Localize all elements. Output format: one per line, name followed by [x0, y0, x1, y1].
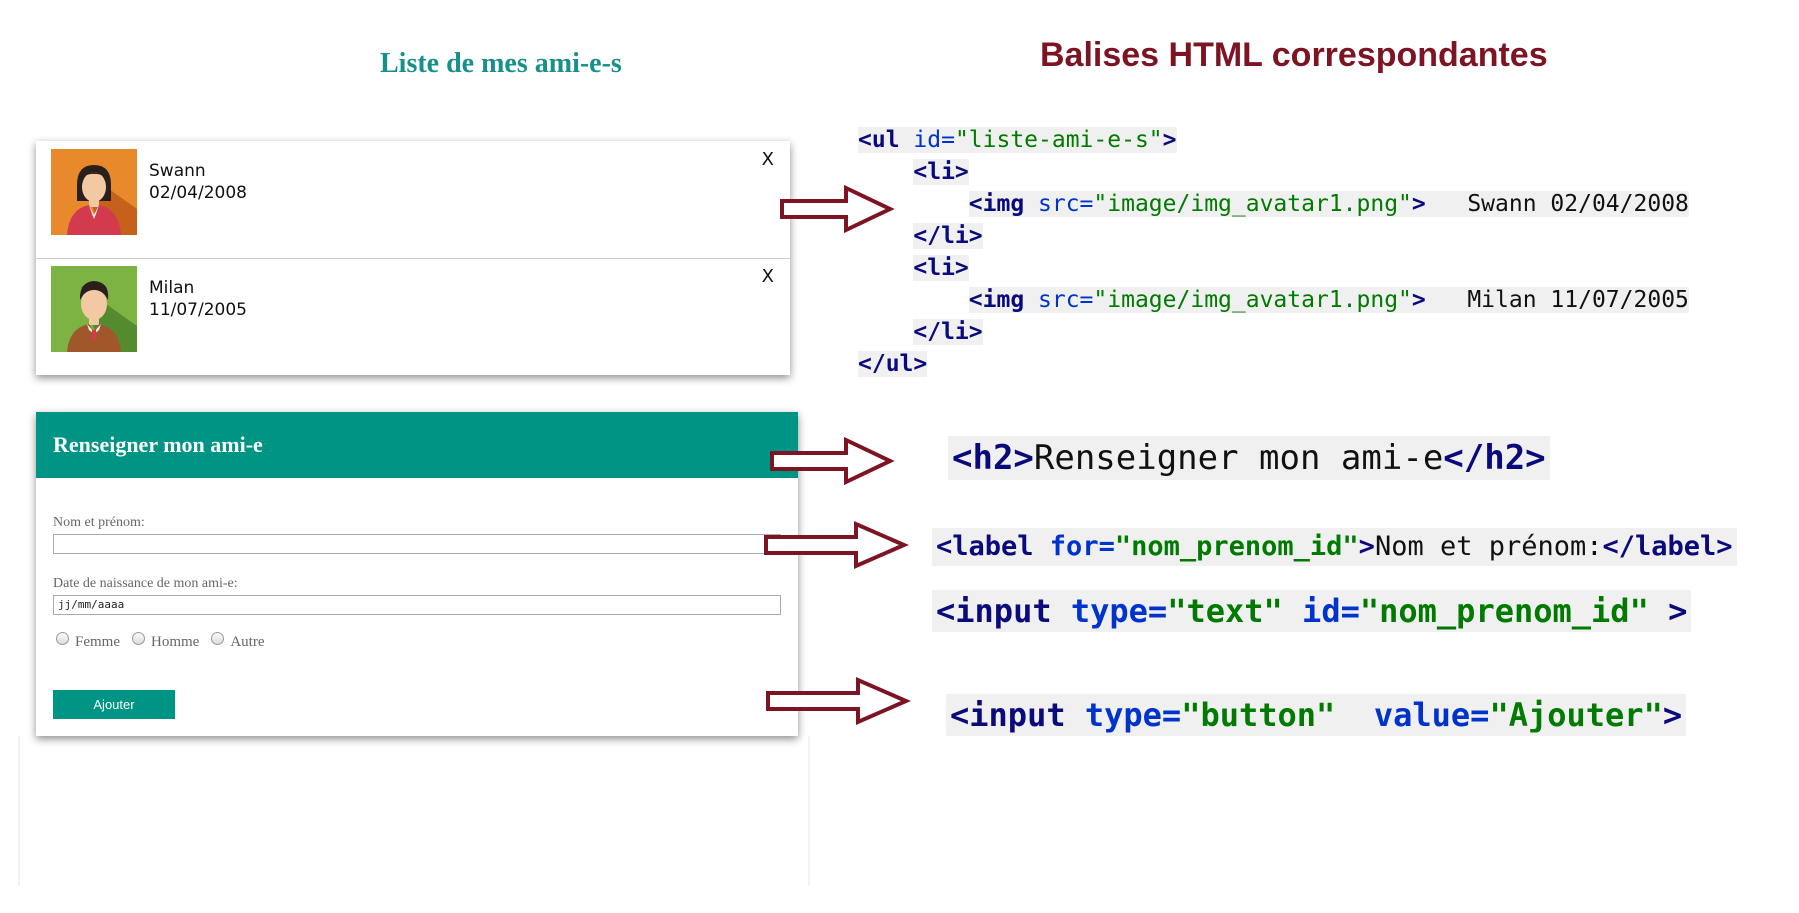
code-attr: id=: [1282, 592, 1360, 630]
remove-friend-button[interactable]: X: [762, 149, 774, 170]
code-attr: id=: [899, 127, 955, 153]
gender-radio-group: Femme Homme Autre: [56, 632, 276, 651]
code-string: "nom_prenom_id": [1114, 531, 1359, 562]
friend-name: Swann: [149, 161, 206, 181]
arrow-icon: [766, 676, 911, 726]
code-string: "text": [1167, 592, 1283, 630]
code-text: Nom et prénom:: [1374, 531, 1603, 562]
friend-birthdate: 11/07/2005: [149, 300, 247, 320]
code-tag: >: [1358, 531, 1375, 562]
radio-homme[interactable]: [132, 632, 145, 645]
code-tag: <img: [968, 287, 1025, 313]
radio-label-homme: Homme: [151, 634, 200, 650]
ul-code-block: <ul id="liste-ami-e-s"> <li> <img src="i…: [858, 124, 1689, 380]
html-tags-title: Balises HTML correspondantes: [1040, 36, 1548, 74]
radio-femme[interactable]: [56, 632, 69, 645]
friends-list-title: Liste de mes ami-e-s: [380, 48, 622, 79]
code-attr: src=: [1024, 191, 1094, 217]
code-tag: >: [1662, 696, 1683, 734]
code-tag: <img: [968, 191, 1025, 217]
name-field-label: Nom et prénom:: [53, 515, 145, 530]
code-tag: </li>: [913, 223, 983, 249]
list-item: Milan 11/07/2005 X: [36, 258, 790, 375]
code-tag: <input: [950, 696, 1066, 734]
code-tag: </h2>: [1443, 438, 1546, 478]
code-tag: </ul>: [858, 351, 928, 377]
code-text: Swann 02/04/2008: [1467, 191, 1689, 217]
code-tag: <li>: [913, 159, 969, 185]
code-string: "nom_prenom_id": [1359, 592, 1649, 630]
code-tag: <li>: [913, 255, 969, 281]
form-header: Renseigner mon ami-e: [36, 412, 798, 478]
input-button-code: <input type="button" value="Ajouter">: [946, 694, 1687, 736]
female-avatar-icon: [51, 149, 137, 235]
code-attr: src=: [1024, 287, 1094, 313]
friend-name: Milan: [149, 278, 195, 298]
code-attr: type=: [1065, 696, 1182, 734]
code-tag: >: [1648, 592, 1688, 630]
code-tag: >: [1411, 191, 1426, 217]
code-string: "button": [1181, 696, 1336, 734]
radio-label-femme: Femme: [75, 634, 120, 650]
code-string: "image/img_avatar1.png": [1093, 191, 1412, 217]
code-text: Milan 11/07/2005: [1467, 287, 1689, 313]
code-tag: >: [1162, 127, 1177, 153]
code-tag: >: [1411, 287, 1426, 313]
h2-code: <h2>Renseigner mon ami-e</h2>: [948, 436, 1550, 480]
background-panel-edge: [808, 736, 810, 886]
code-tag: </label>: [1602, 531, 1733, 562]
input-text-code: <input type="text" id="nom_prenom_id" >: [932, 590, 1692, 632]
radio-label-autre: Autre: [230, 634, 265, 650]
birthdate-input[interactable]: jj/mm/aaaa: [53, 595, 781, 615]
name-input[interactable]: [53, 534, 781, 554]
code-string: "image/img_avatar1.png": [1093, 287, 1412, 313]
form-heading: Renseigner mon ami-e: [53, 432, 263, 457]
add-friend-form: Renseigner mon ami-e Nom et prénom: Date…: [36, 412, 798, 736]
arrow-icon: [770, 436, 895, 486]
list-item: Swann 02/04/2008 X: [36, 141, 790, 259]
code-attr: value=: [1335, 696, 1490, 734]
code-string: "liste-ami-e-s": [954, 127, 1163, 153]
remove-friend-button[interactable]: X: [762, 266, 774, 287]
add-friend-button[interactable]: Ajouter: [53, 690, 175, 719]
radio-autre[interactable]: [211, 632, 225, 645]
code-text: Renseigner mon ami-e: [1033, 438, 1444, 478]
friend-birthdate: 02/04/2008: [149, 183, 247, 203]
background-panel-edge: [18, 736, 20, 886]
friends-list-card: Swann 02/04/2008 X Milan 11/07/2005 X: [36, 141, 790, 375]
label-code: <label for="nom_prenom_id">Nom et prénom…: [932, 528, 1737, 566]
code-tag: </li>: [913, 319, 983, 345]
code-tag: <input: [936, 592, 1052, 630]
code-tag: <ul: [858, 127, 900, 153]
code-tag: <h2>: [952, 438, 1034, 478]
code-string: "Ajouter": [1489, 696, 1663, 734]
code-tag: <label: [936, 531, 1034, 562]
code-attr: for=: [1033, 531, 1115, 562]
arrow-icon: [764, 520, 909, 570]
male-avatar-icon: [51, 266, 137, 352]
birthdate-field-label: Date de naissance de mon ami-e:: [53, 576, 238, 591]
code-attr: type=: [1051, 592, 1168, 630]
